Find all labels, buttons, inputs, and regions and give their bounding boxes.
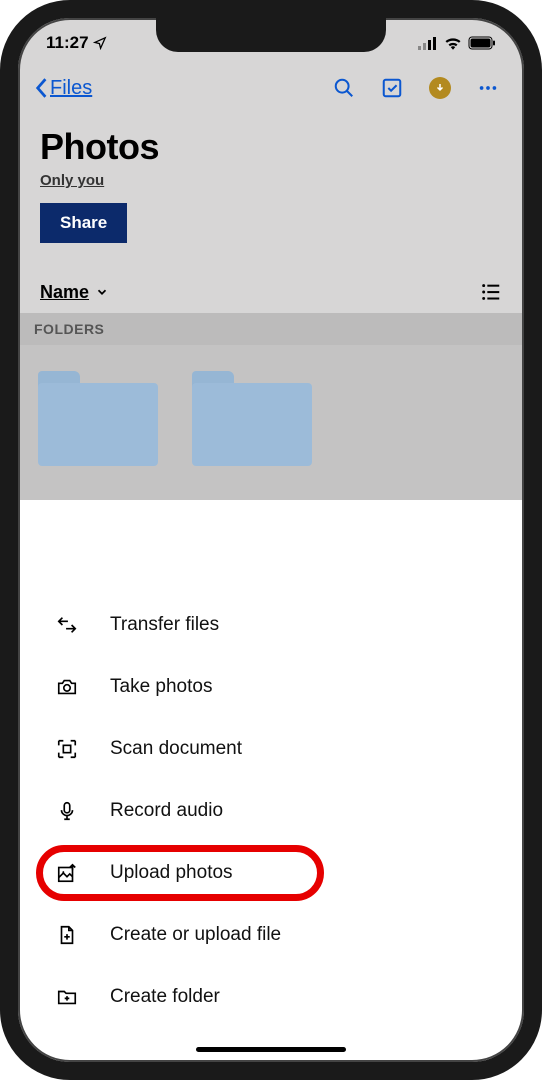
nav-bar: Files	[18, 62, 524, 114]
microphone-icon	[54, 798, 80, 824]
menu-record-audio[interactable]: Record audio	[18, 780, 524, 842]
page-title: Photos	[40, 126, 502, 168]
menu-create-upload-file[interactable]: Create or upload file	[18, 904, 524, 966]
camera-icon	[54, 674, 80, 700]
menu-label: Take photos	[110, 676, 212, 698]
folders-section-header: FOLDERS	[18, 313, 524, 345]
wifi-icon	[444, 36, 462, 50]
transfer-icon	[54, 612, 80, 638]
scan-icon	[54, 736, 80, 762]
status-time: 11:27	[46, 33, 89, 53]
menu-upload-photos[interactable]: Upload photos	[18, 842, 524, 904]
cellular-icon	[418, 36, 438, 50]
menu-take-photos[interactable]: Take photos	[18, 656, 524, 718]
download-badge-icon[interactable]	[420, 68, 460, 108]
menu-transfer-files[interactable]: Transfer files	[18, 594, 524, 656]
access-subtitle[interactable]: Only you	[40, 172, 502, 189]
home-indicator[interactable]	[196, 1047, 346, 1052]
view-toggle-icon[interactable]	[480, 281, 502, 303]
upload-photo-icon	[54, 860, 80, 886]
location-icon	[93, 36, 107, 50]
menu-label: Create folder	[110, 986, 220, 1008]
back-button[interactable]: Files	[34, 77, 92, 100]
action-sheet: Transfer files Take photos Scan document…	[18, 576, 524, 1062]
menu-create-folder[interactable]: Create folder	[18, 966, 524, 1028]
share-button[interactable]: Share	[40, 203, 127, 243]
more-icon[interactable]	[468, 68, 508, 108]
battery-icon	[468, 36, 496, 50]
menu-label: Transfer files	[110, 614, 219, 636]
folder-item[interactable]	[38, 371, 158, 466]
folder-item[interactable]	[192, 371, 312, 466]
menu-scan-document[interactable]: Scan document	[18, 718, 524, 780]
select-icon[interactable]	[372, 68, 412, 108]
sort-row: Name	[18, 251, 524, 313]
search-icon[interactable]	[324, 68, 364, 108]
menu-label: Scan document	[110, 738, 242, 760]
menu-label: Upload photos	[110, 862, 233, 884]
menu-label: Create or upload file	[110, 924, 281, 946]
header-block: Photos Only you Share	[18, 114, 524, 251]
chevron-down-icon	[95, 285, 109, 299]
file-plus-icon	[54, 922, 80, 948]
back-label: Files	[50, 77, 92, 100]
menu-label: Record audio	[110, 800, 223, 822]
folder-plus-icon	[54, 984, 80, 1010]
folder-grid	[18, 345, 524, 500]
sort-label: Name	[40, 282, 89, 303]
sort-button[interactable]: Name	[40, 282, 109, 303]
